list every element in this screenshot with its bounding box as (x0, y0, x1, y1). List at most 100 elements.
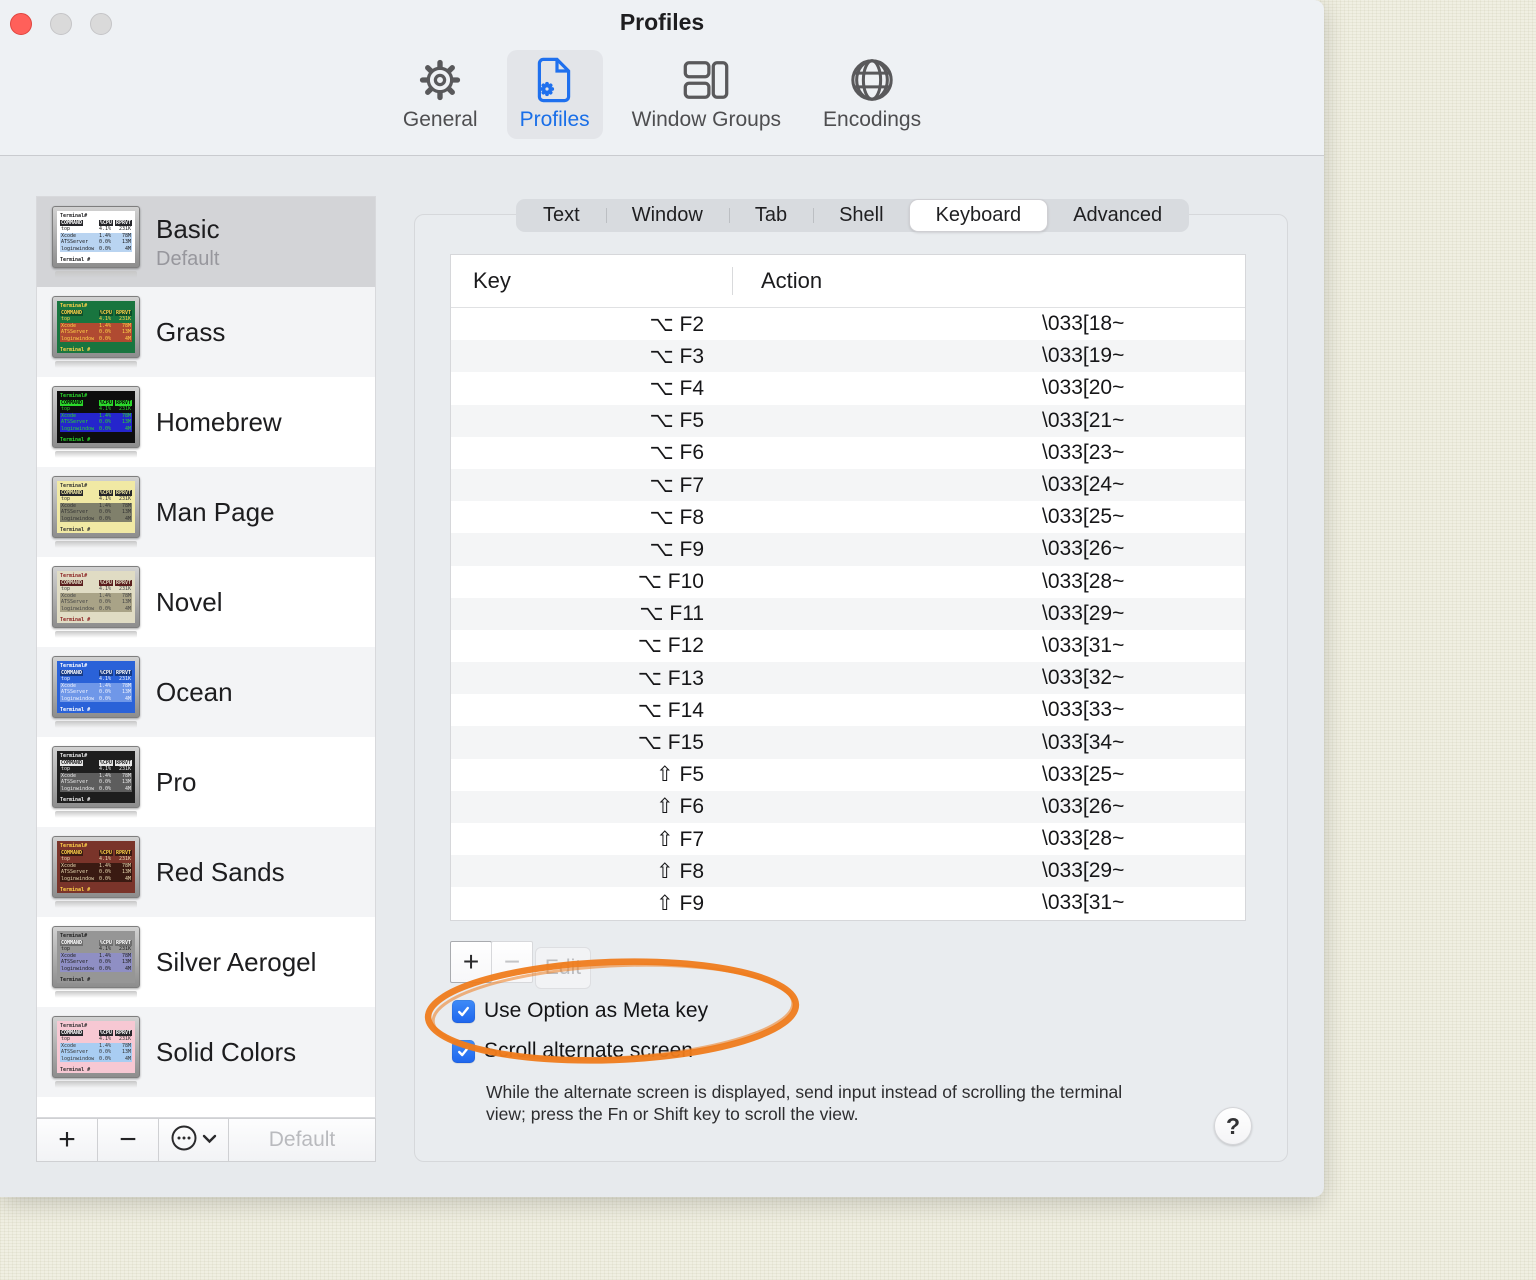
profile-meta: Red Sands (156, 857, 285, 888)
check-icon (458, 1006, 469, 1016)
shift-key-icon: ⇧ (656, 794, 674, 819)
key-cell: ⌥ F5 (649, 408, 704, 433)
table-row-option-f8[interactable]: ⌥ F8 \033[25~ (451, 501, 1245, 533)
toolbar-label: Window Groups (631, 108, 782, 131)
option-key-icon: ⌥ (649, 343, 674, 368)
option-key-icon: ⌥ (637, 730, 662, 755)
profile-name: Grass (156, 316, 226, 347)
table-row-shift-f6[interactable]: ⇧ F6 \033[26~ (451, 790, 1245, 823)
shift-key-icon: ⇧ (656, 858, 674, 883)
gear-icon (417, 55, 463, 105)
more-options-button[interactable] (159, 1119, 229, 1161)
option-key-icon: ⌥ (649, 472, 674, 497)
table-row-shift-f7[interactable]: ⇧ F7 \033[28~ (451, 823, 1245, 855)
use-option-as-meta-key-checkbox[interactable] (452, 999, 475, 1023)
profile-name: Solid Colors (156, 1036, 297, 1067)
toolbar-item-general[interactable]: General (390, 50, 491, 139)
option-key-icon: ⌥ (637, 569, 662, 594)
table-row-shift-f8[interactable]: ⇧ F8 \033[29~ (451, 855, 1245, 888)
profile-row-grass[interactable]: Terminal# COMMAND %CPU RPRVT top 4.1% 231K Xcod… (37, 287, 375, 377)
table-row-option-f11[interactable]: ⌥ F11 \033[29~ (451, 597, 1245, 630)
profile-row-pro[interactable]: Terminal# COMMAND %CPU RPRVT top 4.1% 231K Xcod… (37, 737, 375, 827)
option-key-icon: ⌥ (649, 440, 674, 465)
action-cell: \033[28~ (1042, 827, 1125, 851)
shift-key-icon: ⇧ (656, 890, 674, 915)
shift-key-icon: ⇧ (656, 826, 674, 851)
profile-row-man-page[interactable]: Terminal# COMMAND %CPU RPRVT top 4.1% 231K Xcod… (37, 467, 375, 557)
table-row-option-f15[interactable]: ⌥ F15 \033[34~ (451, 726, 1245, 759)
table-row-option-f6[interactable]: ⌥ F6 \033[23~ (451, 437, 1245, 469)
profile-meta: Pro (156, 767, 196, 798)
scroll-alternate-screen-checkbox[interactable] (452, 1039, 475, 1063)
toolbar-item-encodings[interactable]: Encodings (810, 50, 934, 139)
action-cell: \033[33~ (1042, 698, 1125, 722)
table-row-option-f10[interactable]: ⌥ F10 \033[28~ (451, 566, 1245, 598)
column-header-action[interactable]: Action (761, 268, 822, 294)
preferences-toolbar: General Profiles Window Groups Encodings (0, 50, 1324, 139)
profile-name: Ocean (156, 676, 233, 707)
key-cell: ⌥ F13 (637, 665, 704, 690)
action-cell: \033[32~ (1042, 666, 1125, 690)
help-button[interactable]: ? (1214, 1107, 1252, 1145)
profile-thumbnail: Terminal# COMMAND %CPU RPRVT top 4.1% 231K Xcod… (52, 566, 140, 638)
preferences-window: Profiles General Profiles Window Groups … (0, 0, 1324, 1197)
remove-key-button[interactable]: − (491, 941, 533, 983)
profile-thumbnail: Terminal# COMMAND %CPU RPRVT top 4.1% 231K Xcod… (52, 1016, 140, 1088)
toolbar-item-profiles[interactable]: Profiles (506, 50, 603, 139)
table-row-shift-f9[interactable]: ⇧ F9 \033[31~ (451, 887, 1245, 919)
table-row-option-f9[interactable]: ⌥ F9 \033[26~ (451, 533, 1245, 566)
profile-row-solid-colors[interactable]: Terminal# COMMAND %CPU RPRVT top 4.1% 231K Xcod… (37, 1007, 375, 1097)
table-row-option-f13[interactable]: ⌥ F13 \033[32~ (451, 662, 1245, 695)
add-key-button[interactable]: + (450, 941, 492, 983)
profile-row-homebrew[interactable]: Terminal# COMMAND %CPU RPRVT top 4.1% 231K Xcod… (37, 377, 375, 467)
table-row-option-f5[interactable]: ⌥ F5 \033[21~ (451, 404, 1245, 437)
profile-meta: Novel (156, 587, 222, 618)
key-cell: ⌥ F12 (637, 633, 704, 658)
tab-shell[interactable]: Shell (813, 200, 909, 231)
profile-thumbnail: Terminal# COMMAND %CPU RPRVT top 4.1% 231K Xcod… (52, 746, 140, 818)
profile-meta: Solid Colors (156, 1037, 296, 1068)
profile-row-basic[interactable]: Terminal# COMMAND %CPU RPRVT top 4.1% 231K Xcod… (37, 197, 375, 287)
column-divider[interactable] (732, 267, 733, 295)
table-row-option-f2[interactable]: ⌥ F2 \033[18~ (451, 308, 1245, 340)
table-row-shift-f5[interactable]: ⇧ F5 \033[25~ (451, 759, 1245, 791)
table-row-option-f4[interactable]: ⌥ F4 \033[20~ (451, 372, 1245, 404)
tab-window[interactable]: Window (605, 200, 729, 231)
desktop: { "window_title": "Profiles", "toolbar":… (0, 0, 1536, 1280)
column-header-key[interactable]: Key (451, 268, 511, 294)
checkbox-label: Use Option as Meta key (484, 999, 709, 1022)
key-cell: ⇧ F8 (656, 858, 704, 883)
key-cell: ⌥ F10 (637, 569, 704, 594)
action-cell: \033[29~ (1042, 601, 1125, 625)
profile-meta: Grass (156, 317, 225, 348)
edit-key-button[interactable]: Edit (535, 947, 591, 989)
profile-row-novel[interactable]: Terminal# COMMAND %CPU RPRVT top 4.1% 231K Xcod… (37, 557, 375, 647)
profile-row-silver-aerogel[interactable]: Terminal# COMMAND %CPU RPRVT top 4.1% 231K Xcod… (37, 917, 375, 1007)
action-cell: \033[31~ (1042, 891, 1125, 915)
key-cell: ⌥ F9 (649, 536, 704, 561)
add-profile-button[interactable]: + (37, 1119, 98, 1161)
option-key-icon: ⌥ (639, 601, 664, 626)
profile-row-red-sands[interactable]: Terminal# COMMAND %CPU RPRVT top 4.1% 231K Xcod… (37, 827, 375, 917)
tab-advanced[interactable]: Advanced (1047, 200, 1188, 231)
action-cell: \033[34~ (1042, 730, 1125, 754)
profile-name: Silver Aerogel (156, 946, 317, 977)
toolbar-item-window-groups[interactable]: Window Groups (619, 50, 794, 139)
tab-tab[interactable]: Tab (728, 200, 813, 231)
table-row-option-f3[interactable]: ⌥ F3 \033[19~ (451, 340, 1245, 373)
profile-row-ocean[interactable]: Terminal# COMMAND %CPU RPRVT top 4.1% 231K Xcod… (37, 647, 375, 737)
key-cell: ⇧ F6 (656, 794, 704, 819)
table-row-option-f7[interactable]: ⌥ F7 \033[24~ (451, 468, 1245, 502)
set-default-button[interactable]: Default (229, 1119, 375, 1161)
thumbnail-reflection (55, 361, 137, 368)
table-row-option-f14[interactable]: ⌥ F14 \033[33~ (451, 694, 1245, 726)
titlebar: Profiles General Profiles Window Groups … (0, 0, 1324, 156)
option-key-icon: ⌥ (649, 408, 674, 433)
table-row-option-f12[interactable]: ⌥ F12 \033[31~ (451, 630, 1245, 662)
remove-profile-button[interactable]: − (98, 1119, 159, 1161)
key-cell: ⇧ F7 (656, 826, 704, 851)
option-key-icon: ⌥ (649, 311, 674, 336)
profile-thumbnail: Terminal# COMMAND %CPU RPRVT top 4.1% 231K Xcod… (52, 836, 140, 908)
tab-keyboard[interactable]: Keyboard (909, 200, 1048, 231)
tab-text[interactable]: Text (517, 200, 606, 231)
